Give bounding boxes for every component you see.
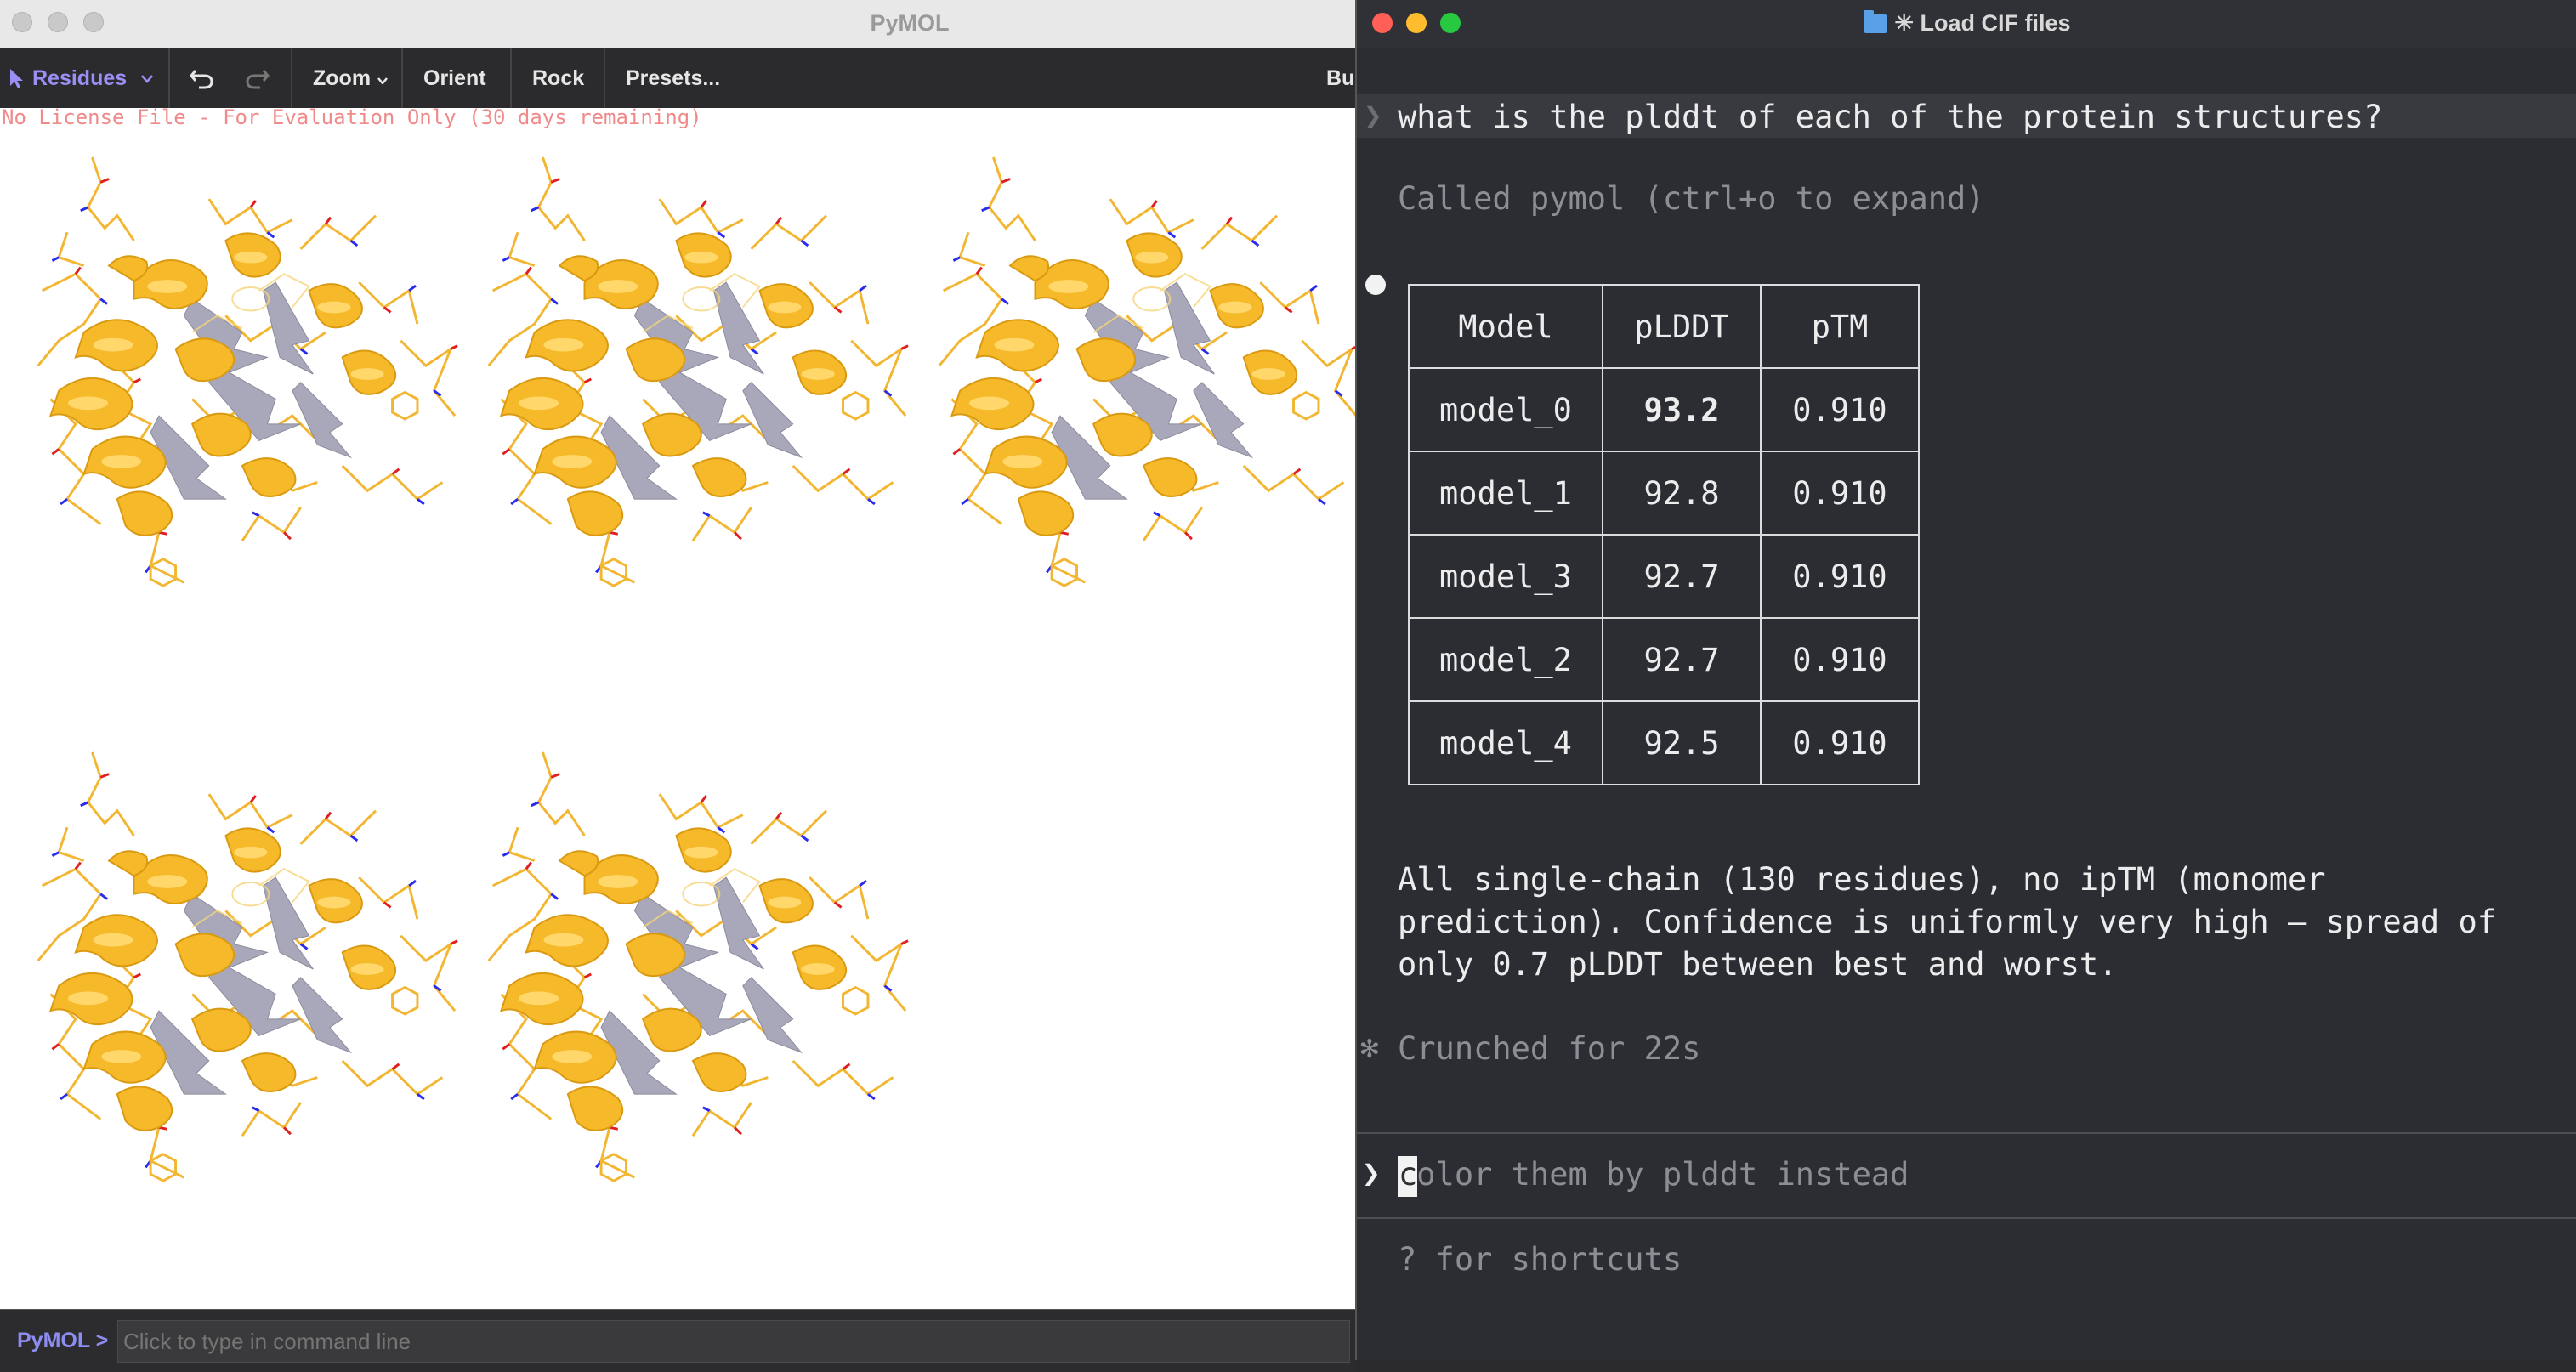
zoom-button[interactable]: Zoom — [292, 48, 403, 108]
selection-mode-label: Residues — [32, 66, 128, 90]
summary-line: All single-chain (130 residues), no ipTM… — [1398, 861, 2326, 898]
presets-button[interactable]: Presets... — [605, 48, 758, 108]
table-row: model_4 92.5 0.910 — [1408, 700, 1920, 785]
response-bullet — [1365, 275, 1386, 295]
summary-line: only 0.7 pLDDT between best and worst. — [1398, 946, 2118, 983]
orient-label: Orient — [423, 66, 486, 90]
input-prompt-chevron: ❯ — [1362, 1156, 1381, 1191]
summary-line: prediction). Confidence is uniformly ver… — [1398, 904, 2497, 940]
builder-label: Bu — [1326, 66, 1355, 90]
table-cell: model_4 — [1408, 700, 1603, 785]
table-cell: 92.8 — [1602, 451, 1762, 536]
table-header-cell: Model — [1408, 284, 1603, 369]
table-header-cell: pLDDT — [1602, 284, 1762, 369]
command-line-input[interactable] — [117, 1320, 1350, 1363]
table-cell: 0.910 — [1760, 700, 1920, 785]
pymol-titlebar: PyMOL — [0, 0, 1355, 48]
undo-redo-group — [170, 48, 292, 108]
table-cell: model_2 — [1408, 617, 1603, 702]
cursor-character: c — [1399, 1156, 1418, 1193]
table-cell: model_3 — [1408, 534, 1603, 619]
redo-icon[interactable] — [245, 67, 270, 89]
table-row: model_2 92.7 0.910 — [1408, 617, 1920, 702]
shortcuts-hint: ? for shortcuts — [1398, 1241, 1682, 1278]
chat-input[interactable]: color them by plddt instead — [1398, 1156, 1909, 1193]
response-summary: All single-chain (130 residues), no ipTM… — [1398, 859, 2496, 986]
input-divider-top — [1357, 1132, 2576, 1134]
terminal-window-title: ✳ Load CIF files — [1894, 10, 2071, 36]
chevron-down-icon — [141, 75, 153, 83]
table-cell: 0.910 — [1760, 367, 1920, 452]
license-warning: No License File - For Evaluation Only (3… — [2, 105, 702, 129]
folder-icon — [1864, 10, 1888, 33]
protein-structure-model-4[interactable] — [476, 740, 910, 1199]
pymol-window-title: PyMOL — [870, 10, 950, 36]
table-cell: 92.7 — [1602, 534, 1762, 619]
command-prompt: PyMOL > — [17, 1329, 109, 1352]
protein-structure-model-1[interactable] — [476, 145, 910, 604]
table-cell: 92.5 — [1602, 700, 1762, 785]
builder-button[interactable]: Bu — [1326, 48, 1355, 108]
terminal-window: ✳ Load CIF files ❯ what is the plddt of … — [1355, 0, 2576, 1360]
pymol-command-bar: PyMOL > — [0, 1309, 1355, 1372]
pointer-icon — [10, 69, 23, 88]
input-divider-bottom — [1357, 1217, 2576, 1219]
rock-button[interactable]: Rock — [512, 48, 605, 108]
zoom-label: Zoom — [313, 66, 372, 90]
undo-icon[interactable] — [189, 67, 214, 89]
terminal-title-wrapper: ✳ Load CIF files — [1357, 10, 2576, 37]
presets-label: Presets... — [626, 66, 721, 90]
table-header-cell: pTM — [1760, 284, 1920, 369]
asterisk-icon: ✻ — [1360, 1030, 1379, 1065]
terminal-titlebar: ✳ Load CIF files — [1357, 0, 2576, 48]
table-cell: 0.910 — [1760, 534, 1920, 619]
table-cell: 0.910 — [1760, 451, 1920, 536]
table-header-row: Model pLDDT pTM — [1408, 284, 1920, 369]
tool-call-summary[interactable]: Called pymol (ctrl+o to expand) — [1398, 180, 1985, 217]
protein-structure-model-2[interactable] — [927, 145, 1355, 604]
pymol-toolbar: Residues Zoom Orient Rock Presets... Bu — [0, 48, 1355, 108]
user-message: what is the plddt of each of the protein… — [1398, 99, 2383, 135]
table-row: model_0 93.2 0.910 — [1408, 367, 1920, 452]
protein-structure-model-3[interactable] — [26, 740, 459, 1199]
table-cell: 92.7 — [1602, 617, 1762, 702]
table-cell: 93.2 — [1602, 367, 1762, 452]
crunch-status: Crunched for 22s — [1398, 1030, 1701, 1067]
protein-structure-model-0[interactable] — [26, 145, 459, 604]
orient-button[interactable]: Orient — [403, 48, 512, 108]
rock-label: Rock — [532, 66, 585, 90]
plddt-table: Model pLDDT pTM model_0 93.2 0.910 model… — [1408, 284, 1920, 785]
selection-mode-dropdown[interactable]: Residues — [0, 48, 170, 108]
pymol-window: PyMOL Residues Zoom Orient Rock Presets.… — [0, 0, 1355, 1372]
molecular-viewport[interactable] — [0, 136, 1355, 1302]
user-message-row: ❯ what is the plddt of each of the prote… — [1357, 94, 2576, 138]
table-cell: 0.910 — [1760, 617, 1920, 702]
table-cell: model_1 — [1408, 451, 1603, 536]
table-row: model_1 92.8 0.910 — [1408, 451, 1920, 536]
table-cell: model_0 — [1408, 367, 1603, 452]
prompt-chevron: ❯ — [1364, 99, 1382, 133]
chevron-down-icon — [377, 77, 388, 84]
table-row: model_3 92.7 0.910 — [1408, 534, 1920, 619]
